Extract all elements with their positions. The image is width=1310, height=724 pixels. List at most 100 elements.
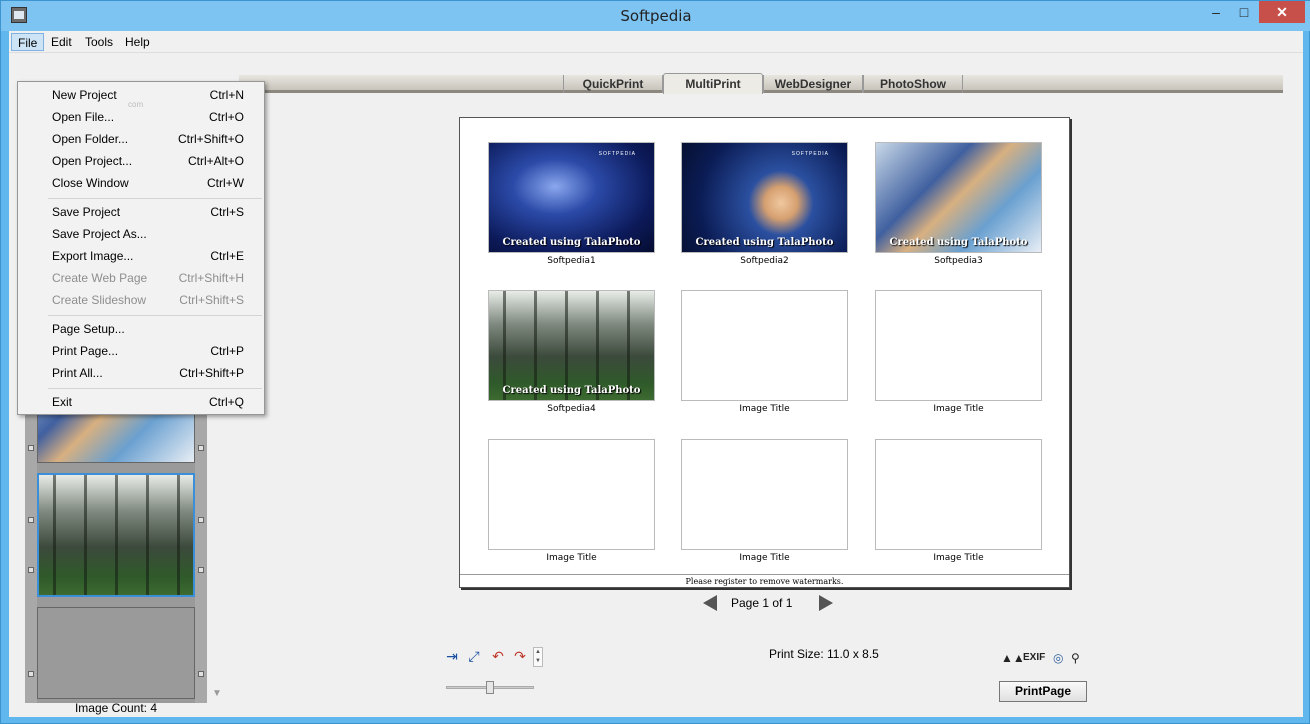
photo-cell[interactable]: SOFTPEDIA Created using TalaPhoto Softpe… <box>681 142 848 266</box>
menu-item-label: Save Project As... <box>52 227 147 241</box>
watermark-text: Created using TalaPhoto <box>502 385 641 396</box>
photo-cell-empty[interactable]: Image Title <box>875 439 1042 563</box>
menu-save-project[interactable]: Save Project Ctrl+S <box>18 201 264 223</box>
image-tools: ⇥ ⤢ ↶ ↷ ▲ ▼ <box>443 647 553 671</box>
menu-edit[interactable]: Edit <box>45 33 78 51</box>
rotate-right-icon[interactable]: ↷ <box>511 647 529 665</box>
photo-thumbnail[interactable]: SOFTPEDIA Created using TalaPhoto <box>681 142 848 253</box>
sprocket <box>28 567 34 573</box>
menu-tools[interactable]: Tools <box>79 33 119 51</box>
tab-quickprint[interactable]: QuickPrint <box>563 75 663 93</box>
film-thumbnail-selected[interactable] <box>37 473 195 597</box>
fit-icon[interactable]: ⇥ <box>443 647 461 665</box>
photo-cell-empty[interactable]: Image Title <box>875 290 1042 414</box>
menu-open-project[interactable]: Open Project... Ctrl+Alt+O <box>18 150 264 172</box>
menu-file[interactable]: File <box>11 33 45 51</box>
minimize-button[interactable]: – <box>1201 1 1231 23</box>
menu-export-image[interactable]: Export Image... Ctrl+E <box>18 245 264 267</box>
photo-thumbnail[interactable]: Created using TalaPhoto <box>488 290 655 401</box>
menu-item-shortcut: Ctrl+Shift+O <box>177 132 244 146</box>
photo-cell[interactable]: Created using TalaPhoto Softpedia3 <box>875 142 1042 266</box>
menu-item-shortcut: Ctrl+O <box>208 110 244 124</box>
photo-placeholder[interactable] <box>875 439 1042 550</box>
menu-item-shortcut: Ctrl+Alt+O <box>187 154 244 168</box>
menu-close-window[interactable]: Close Window Ctrl+W <box>18 172 264 194</box>
tab-photoshow[interactable]: PhotoShow <box>863 75 963 93</box>
zoom-icon[interactable]: ⚲ <box>1071 649 1080 667</box>
slider-thumb[interactable] <box>486 681 494 694</box>
menu-exit[interactable]: Exit Ctrl+Q <box>18 391 264 413</box>
rotate-left-icon[interactable]: ↶ <box>489 647 507 665</box>
photo-caption[interactable]: Image Title <box>875 404 1042 414</box>
menu-page-setup[interactable]: Page Setup... <box>18 318 264 340</box>
close-button[interactable]: ✕ <box>1259 1 1305 23</box>
zoom-slider[interactable] <box>446 681 536 694</box>
watermark-text: Created using TalaPhoto <box>695 237 834 248</box>
menu-open-folder[interactable]: Open Folder... Ctrl+Shift+O <box>18 128 264 150</box>
watermark-text: Created using TalaPhoto <box>889 237 1028 248</box>
photo-cell[interactable]: SOFTPEDIA Created using TalaPhoto Softpe… <box>488 142 655 266</box>
menu-bar: File Edit Tools Help <box>9 31 1303 53</box>
sprocket <box>28 671 34 677</box>
maximize-button[interactable]: □ <box>1229 1 1259 23</box>
photo-placeholder[interactable] <box>488 439 655 550</box>
menu-save-project-as[interactable]: Save Project As... <box>18 223 264 245</box>
menu-item-shortcut: Ctrl+P <box>210 344 244 358</box>
menu-create-slideshow: Create Slideshow Ctrl+Shift+S <box>18 289 264 311</box>
page-indicator: Page 1 of 1 <box>731 596 793 610</box>
prev-page-icon[interactable] <box>703 595 717 611</box>
mini-brand: SOFTPEDIA <box>791 151 829 157</box>
scroll-down-icon[interactable]: ▼ <box>212 688 222 699</box>
rotation-stepper[interactable]: ▲ ▼ <box>533 647 543 667</box>
fill-icon[interactable]: ⤢ <box>465 647 483 665</box>
photo-cell[interactable]: Created using TalaPhoto Softpedia4 <box>488 290 655 414</box>
photo-caption[interactable]: Softpedia3 <box>875 256 1042 266</box>
menu-print-page[interactable]: Print Page... Ctrl+P <box>18 340 264 362</box>
next-page-icon[interactable] <box>819 595 833 611</box>
title-bar[interactable]: Softpedia – □ ✕ <box>1 1 1310 31</box>
tab-webdesigner[interactable]: WebDesigner <box>763 75 863 93</box>
menu-item-shortcut: Ctrl+N <box>209 88 244 102</box>
info-bubble-icon[interactable]: ◎ <box>1053 649 1063 667</box>
photo-caption[interactable]: Image Title <box>488 553 655 563</box>
histogram-icon[interactable]: ▲▲ <box>1001 649 1025 667</box>
photo-caption[interactable]: Image Title <box>681 404 848 414</box>
page-navigator: Page 1 of 1 <box>703 594 833 614</box>
photo-placeholder[interactable] <box>875 290 1042 401</box>
print-page-button[interactable]: PrintPage <box>999 681 1087 702</box>
photo-placeholder[interactable] <box>681 439 848 550</box>
menu-item-shortcut: Ctrl+W <box>207 176 244 190</box>
photo-cell-empty[interactable]: Image Title <box>681 290 848 414</box>
sprocket <box>28 517 34 523</box>
menu-open-file[interactable]: Open File... Ctrl+O <box>18 106 264 128</box>
photo-caption[interactable]: Softpedia2 <box>681 256 848 266</box>
menu-separator <box>48 388 262 389</box>
exif-icon[interactable]: EXIF <box>1023 649 1045 667</box>
menu-item-label: Page Setup... <box>52 322 125 336</box>
image-count: Image Count: 4 <box>74 701 158 715</box>
menu-new-project[interactable]: New Project com Ctrl+N <box>18 84 264 109</box>
app-window: Softpedia – □ ✕ File Edit Tools Help Qui… <box>0 0 1310 724</box>
menu-help[interactable]: Help <box>119 33 156 51</box>
sprocket <box>198 445 204 451</box>
tab-multiprint[interactable]: MultiPrint <box>663 73 763 94</box>
print-page-preview[interactable]: SOFTPEDIA Created using TalaPhoto Softpe… <box>459 117 1070 588</box>
window-title: Softpedia <box>620 7 692 25</box>
photo-caption[interactable]: Softpedia1 <box>488 256 655 266</box>
menu-item-label: Exit <box>52 395 73 409</box>
photo-caption[interactable]: Image Title <box>681 553 848 563</box>
photo-thumbnail[interactable]: SOFTPEDIA Created using TalaPhoto <box>488 142 655 253</box>
register-notice: Please register to remove watermarks. <box>460 574 1069 587</box>
photo-thumbnail[interactable]: Created using TalaPhoto <box>875 142 1042 253</box>
menu-item-shortcut: Ctrl+S <box>210 205 244 219</box>
menu-item-label: Open Project... <box>52 154 133 168</box>
film-thumbnail-empty[interactable] <box>37 607 195 699</box>
photo-cell-empty[interactable]: Image Title <box>488 439 655 563</box>
menu-print-all[interactable]: Print All... Ctrl+Shift+P <box>18 362 264 384</box>
photo-caption[interactable]: Softpedia4 <box>488 404 655 414</box>
menu-item-label: Close Window <box>52 176 129 190</box>
photo-caption[interactable]: Image Title <box>875 553 1042 563</box>
photo-cell-empty[interactable]: Image Title <box>681 439 848 563</box>
watermark-text: Created using TalaPhoto <box>502 237 641 248</box>
photo-placeholder[interactable] <box>681 290 848 401</box>
